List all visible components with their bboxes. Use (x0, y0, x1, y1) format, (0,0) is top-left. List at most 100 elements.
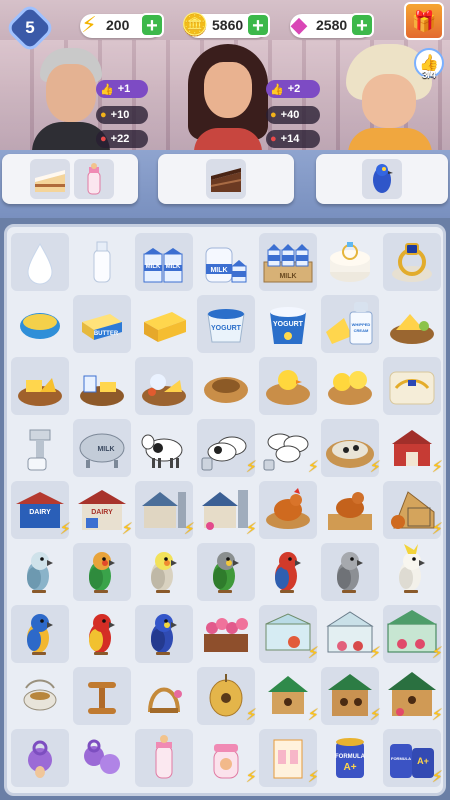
board-cell[interactable]: FORMULA A+ ⚡ (383, 729, 443, 787)
board-cell[interactable] (73, 605, 131, 663)
board-cell[interactable] (383, 357, 441, 415)
board-cell[interactable] (259, 543, 317, 601)
board-cell[interactable] (135, 295, 193, 353)
board-cell[interactable] (383, 295, 441, 353)
board-cell[interactable] (383, 233, 441, 291)
board-cell[interactable]: ⚡ (135, 481, 195, 539)
board-cell[interactable]: WHIPPED CREAM (321, 295, 379, 353)
blue-parrot-icon (373, 164, 393, 193)
board-cell[interactable] (259, 357, 317, 415)
board-cell[interactable] (73, 667, 131, 725)
board-cell[interactable]: DAIRY ⚡ (11, 481, 71, 539)
board-cell[interactable] (135, 419, 193, 477)
board-cell[interactable]: MILK (259, 233, 317, 291)
board-cell[interactable]: DAIRY ⚡ (73, 481, 133, 539)
board-cell[interactable] (11, 729, 69, 787)
board-cell[interactable] (321, 357, 379, 415)
xp-reward: ● +22 (96, 130, 148, 148)
board-cell[interactable] (135, 729, 193, 787)
board-cell[interactable] (321, 481, 379, 539)
face (46, 64, 96, 122)
order-card[interactable] (158, 154, 294, 204)
board-cell[interactable]: ⚡ (321, 419, 381, 477)
merge-board: MILK MILK MILK MILK BUTTER YOGURT YOGURT WHIPPE… (4, 224, 446, 796)
board-cell[interactable]: YOGURT (259, 295, 317, 353)
coins-reward: ● +10 (96, 106, 148, 124)
board-cell[interactable] (197, 605, 255, 663)
energy-counter[interactable]: ⚡ 200 + (80, 12, 164, 38)
bird-feeder-icon (23, 679, 57, 711)
board-cell[interactable] (11, 605, 69, 663)
board-cell[interactable]: MILK (73, 419, 131, 477)
board-cell[interactable] (11, 357, 69, 415)
board-cell[interactable]: ⚡ (259, 605, 319, 663)
level-number: 5 (25, 18, 35, 37)
two-chicks-nest-icon (328, 371, 372, 405)
board-cell[interactable] (11, 295, 69, 353)
board-cell[interactable]: ⚡ (197, 481, 257, 539)
board-cell[interactable]: MILK (197, 233, 255, 291)
macaw-icon (27, 614, 53, 655)
cheese-plate-icon (142, 374, 186, 406)
board-cell[interactable]: MILK MILK (135, 233, 193, 291)
svg-text:WHIPPED: WHIPPED (352, 322, 371, 327)
board-cell[interactable] (11, 543, 69, 601)
energy-source-icon: ⚡ (245, 459, 257, 476)
board-cell[interactable] (135, 667, 193, 725)
milk-drop-icon (27, 242, 53, 285)
board-cell[interactable] (11, 419, 69, 477)
twin-pacifiers-icon (84, 739, 120, 774)
board-cell[interactable]: ⚡ (197, 667, 257, 725)
board-cell[interactable]: ⚡ (383, 667, 443, 725)
board-cell[interactable] (321, 543, 379, 601)
gems-counter[interactable]: ◆ 2580 + (290, 12, 374, 38)
board-cell[interactable] (73, 543, 131, 601)
board-cell[interactable]: BUTTER (73, 295, 131, 353)
board-cell[interactable]: ⚡ (259, 419, 319, 477)
board-cell[interactable] (11, 233, 69, 291)
order-card[interactable] (316, 154, 448, 204)
energy-value: 200 (106, 17, 130, 33)
board-cell[interactable] (197, 543, 255, 601)
customer-young-woman[interactable] (188, 44, 268, 158)
board-cell[interactable]: ⚡ (383, 605, 443, 663)
svg-text:A+: A+ (417, 756, 429, 766)
board-cell[interactable] (197, 357, 255, 415)
board-cell[interactable]: ⚡ (259, 667, 319, 725)
order-item-slot (74, 159, 114, 199)
dairy-board-icon (80, 375, 124, 406)
board-cell[interactable] (73, 233, 131, 291)
board-cell[interactable] (73, 357, 131, 415)
board-cell[interactable]: ⚡ (197, 419, 257, 477)
add-energy-button[interactable]: + (140, 13, 164, 37)
board-cell[interactable] (135, 357, 193, 415)
board-cell[interactable]: ⚡ (383, 481, 443, 539)
coins-counter[interactable]: 🪙 5860 + (181, 12, 270, 38)
grey-parrot-icon (337, 552, 363, 593)
likes-value: +1 (117, 83, 131, 95)
thumbs-up-icon: 👍 (270, 83, 284, 96)
board-cell[interactable] (383, 543, 441, 601)
board-cell[interactable] (321, 233, 379, 291)
board-cell[interactable]: ⚡ (259, 729, 319, 787)
board-cell[interactable]: FORMULA A+ (321, 729, 379, 787)
flower-box-icon (204, 618, 248, 652)
add-coins-button[interactable]: + (246, 13, 270, 37)
board-cell[interactable]: ⚡ (383, 419, 443, 477)
sapphire-ring-icon (392, 243, 432, 282)
board-cell[interactable]: ⚡ (321, 667, 381, 725)
svg-text:MILK: MILK (210, 267, 227, 274)
board-cell[interactable] (135, 543, 193, 601)
board-cell[interactable] (259, 481, 317, 539)
add-gems-button[interactable]: + (350, 13, 374, 37)
gift-box-icon[interactable]: 🎁 (404, 2, 444, 40)
board-cell[interactable]: ⚡ (321, 605, 381, 663)
energy-source-icon: ⚡ (307, 459, 319, 476)
board-cell[interactable] (11, 667, 69, 725)
board-cell[interactable]: ⚡ (197, 729, 257, 787)
yogurt-cup-icon: YOGURT (207, 309, 245, 343)
board-cell[interactable]: YOGURT (197, 295, 255, 353)
order-card[interactable] (2, 154, 138, 204)
board-cell[interactable] (135, 605, 193, 663)
board-cell[interactable] (73, 729, 131, 787)
